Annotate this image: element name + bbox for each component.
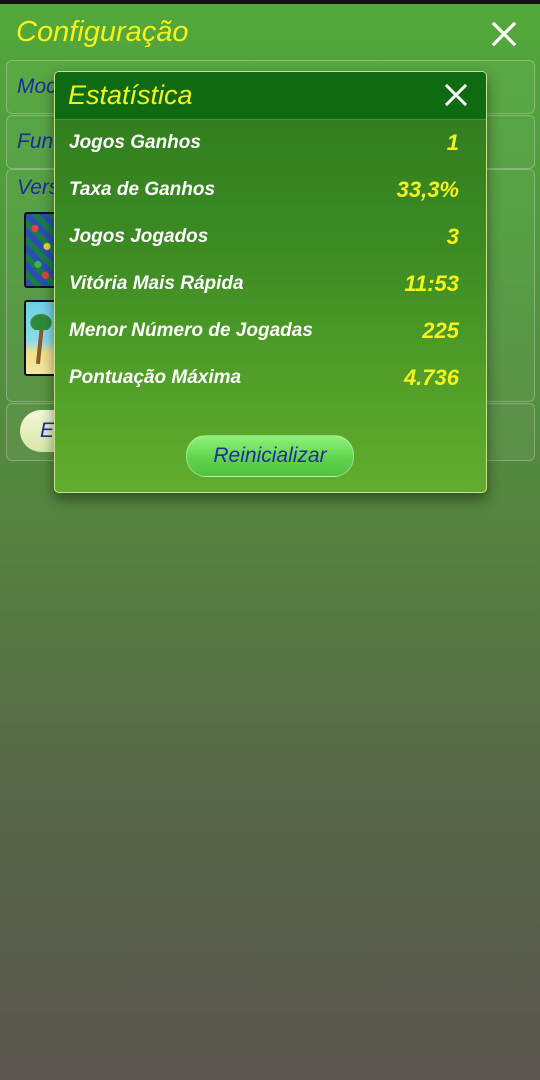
stat-row-fastest-win: Vitória Mais Rápida 11:53 — [69, 268, 459, 302]
card-back-thumbnail[interactable] — [24, 212, 58, 288]
stat-label: Menor Número de Jogadas — [69, 320, 313, 341]
stat-row-high-score: Pontuação Máxima 4.736 — [69, 362, 459, 396]
stat-row-games-won: Jogos Ganhos 1 — [69, 127, 459, 161]
statistics-dialog: Estatística Jogos Ganhos 1 Taxa de Ganho… — [54, 71, 487, 493]
stat-value: 11:53 — [404, 271, 459, 296]
reset-button[interactable]: Reinicializar — [186, 435, 354, 477]
close-icon — [444, 83, 468, 107]
stat-row-fewest-moves: Menor Número de Jogadas 225 — [69, 315, 459, 349]
stat-row-win-rate: Taxa de Ganhos 33,3% — [69, 174, 459, 208]
stat-value: 1 — [446, 130, 459, 155]
close-icon — [491, 21, 517, 47]
stat-value: 225 — [422, 318, 459, 343]
settings-title: Configuração — [16, 16, 189, 48]
panel-label-function: Fun — [17, 130, 54, 153]
stat-label: Jogos Jogados — [69, 226, 209, 247]
statistics-close-button[interactable] — [439, 78, 473, 112]
stat-label: Pontuação Máxima — [69, 367, 242, 388]
settings-close-button[interactable] — [486, 16, 522, 52]
stat-value: 4.736 — [403, 365, 459, 390]
status-strip — [0, 0, 540, 4]
statistics-title: Estatística — [68, 80, 193, 110]
palm-leaves-icon — [28, 312, 54, 330]
stat-row-games-played: Jogos Jogados 3 — [69, 221, 459, 255]
stat-value: 3 — [446, 224, 459, 249]
stat-label: Jogos Ganhos — [69, 132, 201, 153]
stat-label: Vitória Mais Rápida — [69, 273, 244, 294]
stat-value: 33,3% — [396, 177, 459, 202]
statistics-header: Estatística — [55, 72, 486, 120]
background-thumbnail[interactable] — [24, 300, 58, 376]
stat-label: Taxa de Ganhos — [69, 179, 216, 200]
panel-label-mode: Moc — [17, 75, 57, 98]
